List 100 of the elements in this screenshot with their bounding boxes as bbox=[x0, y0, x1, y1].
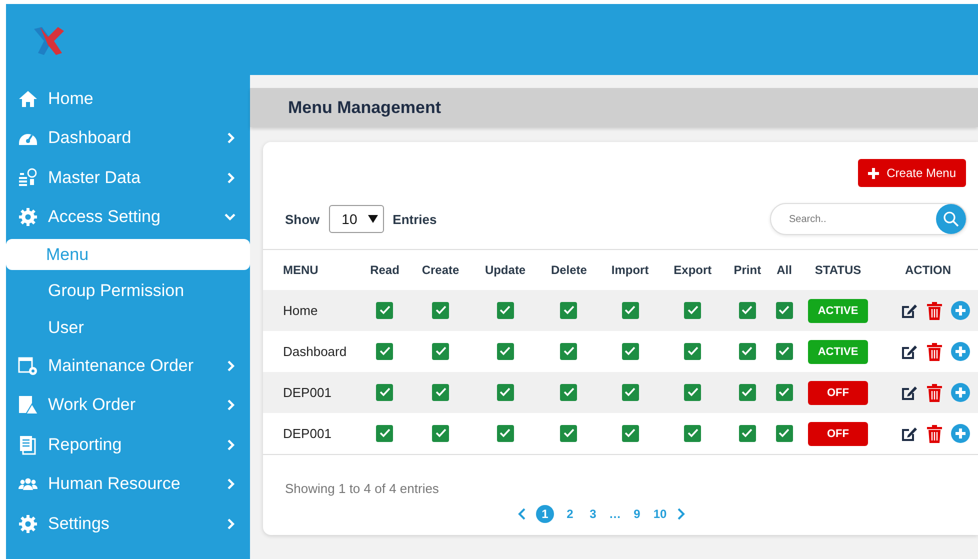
checkmark-icon bbox=[778, 428, 790, 438]
trash-icon[interactable] bbox=[927, 384, 942, 402]
trash-icon[interactable] bbox=[927, 342, 942, 360]
home-icon bbox=[18, 88, 38, 109]
checkmark-icon bbox=[686, 428, 699, 438]
status-badge: ACTIVE bbox=[808, 340, 868, 364]
sidebar-item-label: Maintenance Order bbox=[48, 356, 195, 376]
page-link[interactable]: 3 bbox=[586, 507, 600, 521]
sidebar-item-label: Home bbox=[48, 88, 94, 109]
add-icon[interactable] bbox=[951, 424, 970, 443]
sidebar-item[interactable]: Work Order bbox=[6, 386, 250, 425]
checkbox[interactable] bbox=[776, 342, 793, 360]
show-label: Show bbox=[285, 212, 320, 226]
checkbox[interactable] bbox=[432, 424, 450, 442]
edit-icon[interactable] bbox=[900, 342, 918, 360]
checkmark-icon bbox=[434, 305, 447, 316]
checkbox[interactable] bbox=[496, 384, 514, 401]
checkmark-icon bbox=[741, 305, 754, 316]
sidebar-item[interactable]: Maintenance Order bbox=[6, 346, 250, 386]
submenu-item[interactable]: Menu bbox=[6, 239, 250, 270]
checkmark-icon bbox=[686, 346, 699, 356]
page-link[interactable]: 1 bbox=[536, 505, 554, 523]
checkbox[interactable] bbox=[622, 302, 639, 319]
page-link[interactable]: 9 bbox=[630, 507, 644, 521]
add-icon[interactable] bbox=[951, 301, 970, 320]
checkbox[interactable] bbox=[776, 384, 793, 401]
sidebar-item[interactable]: Reporting bbox=[6, 425, 250, 464]
checkbox[interactable] bbox=[622, 384, 639, 401]
checkbox[interactable] bbox=[684, 342, 702, 360]
checkbox[interactable] bbox=[622, 424, 639, 442]
sidebar-item-label: Human Resource bbox=[48, 474, 182, 494]
add-icon[interactable] bbox=[951, 383, 970, 402]
checkbox[interactable] bbox=[560, 424, 578, 442]
entries-select[interactable]: 10 bbox=[328, 205, 384, 233]
checkmark-icon bbox=[434, 428, 447, 438]
checkbox[interactable] bbox=[496, 302, 514, 319]
edit-icon[interactable] bbox=[900, 384, 918, 402]
checkbox[interactable] bbox=[622, 342, 639, 360]
previous-page-icon[interactable] bbox=[517, 507, 527, 521]
checkbox[interactable] bbox=[376, 302, 394, 319]
column-header: All bbox=[770, 250, 798, 290]
checkbox[interactable] bbox=[432, 384, 450, 401]
checkbox[interactable] bbox=[376, 342, 394, 360]
settings-icon bbox=[18, 514, 38, 534]
checkbox[interactable] bbox=[738, 342, 756, 360]
sidebar-item[interactable]: Master Data bbox=[6, 158, 250, 198]
submenu-item[interactable]: User bbox=[6, 309, 250, 346]
table-cell: Dashboard bbox=[263, 331, 360, 372]
checkbox[interactable] bbox=[776, 302, 793, 319]
sidebar-item-label: Reporting bbox=[48, 434, 123, 455]
checkbox[interactable] bbox=[560, 302, 578, 319]
checkbox[interactable] bbox=[738, 302, 756, 319]
checkbox[interactable] bbox=[560, 342, 578, 360]
checkbox[interactable] bbox=[560, 384, 578, 401]
document-icon bbox=[18, 434, 38, 455]
edit-icon[interactable] bbox=[900, 424, 918, 442]
checkbox[interactable] bbox=[432, 342, 450, 360]
checkbox[interactable] bbox=[432, 302, 450, 319]
checkmark-icon bbox=[624, 387, 636, 398]
add-icon[interactable] bbox=[951, 342, 970, 361]
sidebar-item[interactable]: Home bbox=[6, 79, 250, 118]
column-header: Import bbox=[598, 250, 662, 290]
checkbox[interactable] bbox=[684, 302, 702, 319]
checkbox[interactable] bbox=[376, 424, 394, 442]
checkmark-icon bbox=[624, 428, 636, 438]
checkmark-icon bbox=[778, 305, 790, 316]
search-icon bbox=[943, 211, 959, 227]
checkmark-icon bbox=[624, 346, 636, 356]
sidebar-item[interactable]: Dashboard bbox=[6, 118, 250, 158]
checkbox[interactable] bbox=[496, 342, 514, 360]
warning-icon bbox=[18, 395, 38, 416]
checkbox[interactable] bbox=[738, 384, 756, 401]
checkbox[interactable] bbox=[376, 384, 394, 401]
sidebar-item[interactable]: Settings bbox=[6, 504, 250, 544]
checkbox[interactable] bbox=[496, 424, 514, 442]
checkmark-icon bbox=[686, 305, 699, 316]
edit-icon[interactable] bbox=[900, 302, 918, 320]
trash-icon[interactable] bbox=[927, 424, 942, 442]
table-cell: Home bbox=[263, 290, 360, 331]
checkmark-icon bbox=[562, 428, 575, 438]
checkbox[interactable] bbox=[684, 384, 702, 401]
column-header: Create bbox=[409, 250, 472, 290]
database-icon bbox=[18, 168, 38, 188]
submenu-item[interactable]: Group Permission bbox=[6, 272, 250, 309]
checkmark-icon bbox=[778, 387, 790, 398]
checkbox[interactable] bbox=[738, 424, 756, 442]
page-link[interactable]: 2 bbox=[563, 507, 577, 521]
status-badge: OFF bbox=[808, 422, 868, 446]
create-menu-button[interactable]: Create Menu bbox=[858, 159, 966, 187]
trash-icon[interactable] bbox=[927, 302, 942, 320]
sidebar-item[interactable]: Access Setting bbox=[6, 198, 250, 237]
sidebar-item-label: Settings bbox=[48, 514, 110, 534]
page-link[interactable]: 10 bbox=[653, 507, 667, 521]
sidebar-item[interactable]: Human Resource bbox=[6, 464, 250, 504]
checkmark-icon bbox=[741, 346, 754, 356]
checkbox[interactable] bbox=[684, 424, 702, 442]
checkmark-icon bbox=[499, 387, 512, 398]
checkmark-icon bbox=[499, 428, 512, 438]
next-page-icon[interactable] bbox=[676, 507, 686, 521]
checkbox[interactable] bbox=[776, 424, 793, 442]
